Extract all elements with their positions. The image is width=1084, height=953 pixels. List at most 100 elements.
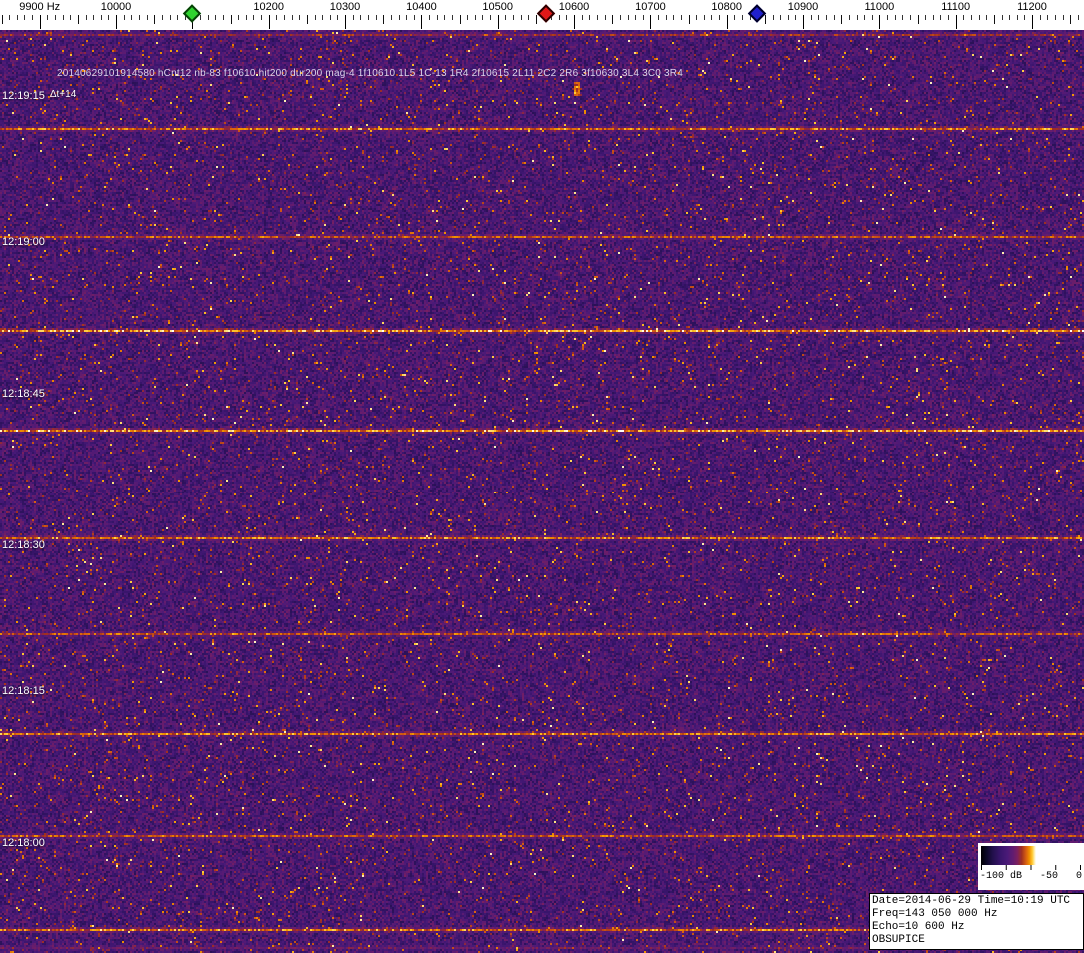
ruler-tick [1024,15,1026,20]
ruler-tick [1032,15,1033,29]
frequency-marker-blue[interactable] [747,4,767,23]
ruler-tick [513,15,514,20]
ruler-tick [841,15,843,24]
ruler-tick [322,15,324,20]
ruler-tick [55,15,56,20]
ruler-tick [154,15,156,24]
ruler-tick [528,15,530,20]
ruler-tick [1070,15,1072,24]
ruler-tick [574,15,575,29]
ruler-tick [680,15,682,20]
ruler-tick [436,15,438,20]
ruler-tick [589,15,591,20]
ruler-tick [612,15,614,24]
ruler-tick [505,15,507,20]
ruler-tick [986,15,988,20]
ruler-tick [673,15,675,20]
ruler-tick [818,15,820,20]
ruler-tick [16,15,18,20]
ruler-tick [787,15,789,20]
ruler-tick [558,15,560,20]
ruler-tick [810,15,812,20]
ruler-tick [619,15,621,20]
info-line-echo: Echo=10 600 Hz [872,921,965,933]
frequency-label: 10400 [406,1,437,13]
ruler-tick [9,15,11,20]
frequency-label: 10900 [787,1,819,13]
ruler-tick [345,15,346,29]
ruler-tick [688,15,690,24]
ruler-tick [47,15,49,20]
ruler-tick [314,15,316,20]
ruler-tick [413,15,415,20]
ruler-tick [772,15,774,20]
ruler-tick [222,15,224,20]
legend-label-max: 0 [1075,871,1082,882]
frequency-label: 10600 [558,1,590,13]
frequency-label: 10500 [482,1,513,13]
ruler-tick [955,15,957,29]
ruler-tick [596,15,598,20]
color-scale-legend: -100 dB -50 0 [978,843,1084,890]
ruler-tick [581,15,583,20]
frequency-marker-red[interactable] [536,4,555,23]
ruler-tick [978,15,980,20]
ruler-tick [238,15,240,20]
frequency-marker-green[interactable] [183,4,202,23]
ruler-tick [711,15,713,20]
ruler-tick [261,15,263,20]
ruler-tick [719,15,721,20]
ruler-tick [230,15,232,24]
ruler-tick [284,15,285,20]
ruler-tick [299,15,301,20]
info-line-station: OBSUPICE [872,934,925,946]
ruler-tick [138,15,140,20]
ruler-tick [24,15,26,20]
ruler-tick [627,15,629,20]
ruler-tick [482,15,484,20]
ruler-tick [902,15,904,20]
ruler-tick [887,15,888,20]
ruler-tick [291,15,293,20]
waterfall-display [0,30,1084,953]
ruler-tick [871,15,873,20]
frequency-label: 10200 [253,1,284,13]
ruler-tick [535,15,537,24]
ruler-tick [268,15,270,29]
ruler-tick [1009,15,1011,20]
ruler-tick [764,15,766,24]
ruler-tick [726,15,728,29]
ruler-tick [474,15,476,20]
ruler-tick [658,15,659,20]
ruler-tick [940,15,942,20]
ruler-tick [703,15,705,20]
ruler-tick [833,15,835,20]
ruler-tick [635,15,637,20]
ruler-tick [642,15,644,20]
ruler-tick [245,15,247,20]
info-line-frequency: Freq=143 050 000 Hz [872,908,998,920]
ruler-tick [734,15,736,20]
frequency-label: 9900 Hz [19,1,61,13]
info-box: Date=2014-06-29 Time=10:19 UTC Freq=143 … [869,893,1084,950]
ruler-tick [85,15,87,20]
ruler-tick [780,15,782,20]
ruler-tick [742,15,743,20]
ruler-tick [39,15,41,29]
frequency-label: 10300 [329,1,361,13]
ruler-tick [803,15,804,29]
frequency-ruler: 9900 Hz 10000 10200 10300 10400 10500 10600 107… [0,0,1084,30]
ruler-tick [894,15,896,20]
ruler-tick [367,15,369,20]
ruler-tick [650,15,652,29]
ruler-tick [62,15,64,20]
ruler-tick [948,15,950,20]
frequency-label: 11200 [1017,1,1047,13]
ruler-tick [375,15,377,20]
ruler-tick [467,15,469,20]
ruler-tick [421,15,423,29]
ruler-tick [1,15,3,24]
ruler-tick [1054,15,1056,20]
ruler-tick [864,15,866,20]
ruler-tick [390,15,392,20]
